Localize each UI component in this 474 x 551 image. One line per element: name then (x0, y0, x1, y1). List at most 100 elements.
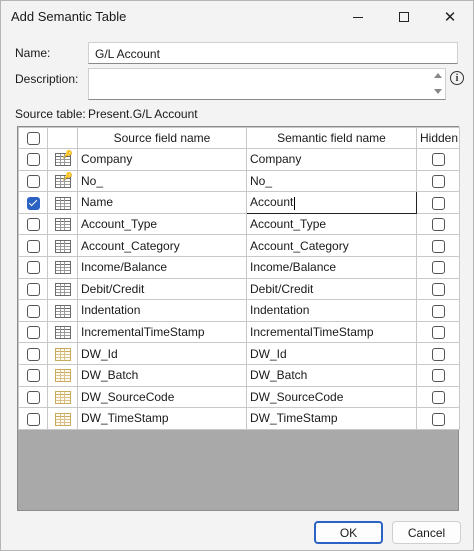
semantic-field-cell[interactable]: Account_Type (246, 212, 417, 236)
hidden-cell[interactable] (416, 212, 460, 236)
row-select-cell[interactable] (18, 191, 48, 214)
table-icon (54, 326, 71, 340)
row-select-cell[interactable] (18, 320, 48, 344)
row-select-checkbox[interactable] (26, 412, 40, 426)
semantic-field-cell[interactable]: DW_TimeStamp (246, 407, 417, 430)
table-row[interactable]: 🔑 No_ No_ (18, 169, 460, 193)
semantic-field-cell[interactable]: DW_SourceCode (246, 385, 417, 409)
hidden-cell[interactable] (416, 385, 460, 409)
description-field[interactable] (88, 68, 446, 100)
row-select-cell[interactable] (18, 255, 48, 279)
hidden-checkbox[interactable] (431, 196, 445, 210)
table-icon (54, 261, 71, 275)
table-row[interactable]: 🔑 Company Company (18, 148, 460, 171)
row-select-cell[interactable] (18, 169, 48, 193)
table-row[interactable]: DW_TimeStamp DW_TimeStamp (18, 407, 460, 430)
table-row[interactable]: Indentation Indentation (18, 299, 460, 322)
semantic-field-cell[interactable]: Account_Category (246, 234, 417, 257)
hidden-checkbox[interactable] (431, 412, 445, 426)
row-select-checkbox[interactable] (26, 153, 40, 167)
hidden-cell[interactable] (416, 299, 460, 322)
row-select-checkbox[interactable] (26, 239, 40, 253)
window-title: Add Semantic Table (11, 9, 127, 24)
semantic-field-cell[interactable]: DW_Id (246, 342, 417, 365)
hidden-checkbox[interactable] (431, 369, 445, 383)
hidden-checkbox[interactable] (431, 283, 445, 297)
table-row[interactable]: Name Account (18, 191, 460, 214)
hidden-cell[interactable] (416, 363, 460, 387)
hidden-cell[interactable] (416, 234, 460, 257)
hidden-checkbox[interactable] (431, 218, 445, 232)
row-select-cell[interactable] (18, 299, 48, 322)
hidden-cell[interactable] (416, 148, 460, 171)
ok-button[interactable]: OK (314, 521, 383, 544)
semantic-field-cell[interactable]: Debit/Credit (246, 277, 417, 301)
hidden-checkbox[interactable] (431, 175, 445, 189)
name-field[interactable]: G/L Account (88, 42, 458, 64)
hidden-cell[interactable] (416, 320, 460, 344)
table-row[interactable]: Debit/Credit Debit/Credit (18, 277, 460, 301)
row-select-checkbox[interactable] (26, 347, 40, 361)
maximize-button[interactable] (381, 1, 427, 33)
table-row[interactable]: Account_Type Account_Type (18, 212, 460, 236)
row-select-checkbox[interactable] (26, 218, 40, 232)
row-select-checkbox[interactable] (26, 283, 40, 297)
semantic-field-cell[interactable]: IncrementalTimeStamp (246, 320, 417, 344)
row-select-cell[interactable] (18, 363, 48, 387)
row-select-checkbox[interactable] (26, 369, 40, 383)
table-row[interactable]: DW_Batch DW_Batch (18, 363, 460, 387)
semantic-field-cell[interactable]: No_ (246, 169, 417, 193)
hidden-cell[interactable] (416, 169, 460, 193)
select-all-checkbox[interactable] (26, 132, 40, 146)
table-row[interactable]: DW_SourceCode DW_SourceCode (18, 385, 460, 409)
hidden-checkbox[interactable] (431, 304, 445, 318)
cancel-button[interactable]: Cancel (392, 521, 461, 544)
hidden-header[interactable]: Hidden (416, 127, 460, 149)
hidden-cell[interactable] (416, 342, 460, 365)
minimize-button[interactable] (335, 1, 381, 33)
row-select-cell[interactable] (18, 234, 48, 257)
row-select-cell[interactable] (18, 277, 48, 301)
row-select-cell[interactable] (18, 342, 48, 365)
row-select-cell[interactable] (18, 385, 48, 409)
row-select-checkbox[interactable] (26, 326, 40, 340)
row-select-checkbox[interactable] (26, 261, 40, 275)
semantic-field-value: Account (250, 195, 294, 210)
semantic-field-cell[interactable]: Income/Balance (246, 255, 417, 279)
hidden-cell[interactable] (416, 277, 460, 301)
row-select-cell[interactable] (18, 212, 48, 236)
table-row[interactable]: Account_Category Account_Category (18, 234, 460, 257)
hidden-checkbox[interactable] (431, 390, 445, 404)
source-field-header[interactable]: Source field name (77, 127, 247, 149)
semantic-field-cell[interactable]: Company (246, 148, 417, 171)
hidden-cell[interactable] (416, 191, 460, 214)
hidden-checkbox[interactable] (431, 261, 445, 275)
row-select-checkbox[interactable] (26, 304, 40, 318)
semantic-field-header[interactable]: Semantic field name (246, 127, 417, 149)
semantic-field-cell[interactable]: Indentation (246, 299, 417, 322)
row-select-checkbox[interactable] (26, 175, 40, 189)
table-row[interactable]: Income/Balance Income/Balance (18, 255, 460, 279)
select-all-header[interactable] (18, 127, 48, 149)
close-icon: ✕ (443, 9, 457, 26)
info-icon[interactable]: i (450, 71, 464, 85)
row-select-cell[interactable] (18, 148, 48, 171)
dw-table-icon (54, 412, 71, 426)
hidden-cell[interactable] (416, 255, 460, 279)
scroll-up-icon[interactable] (434, 73, 442, 78)
hidden-checkbox[interactable] (431, 326, 445, 340)
semantic-field-cell[interactable]: DW_Batch (246, 363, 417, 387)
hidden-cell[interactable] (416, 407, 460, 430)
table-row[interactable]: IncrementalTimeStamp IncrementalTimeStamp (18, 320, 460, 344)
row-select-cell[interactable] (18, 407, 48, 430)
scroll-down-icon[interactable] (434, 89, 442, 94)
row-select-checkbox[interactable] (26, 196, 40, 210)
close-button[interactable]: ✕ (427, 1, 473, 33)
hidden-checkbox[interactable] (431, 153, 445, 167)
description-scrollbar[interactable] (431, 68, 446, 100)
hidden-checkbox[interactable] (431, 347, 445, 361)
table-row[interactable]: DW_Id DW_Id (18, 342, 460, 365)
row-select-checkbox[interactable] (26, 390, 40, 404)
hidden-checkbox[interactable] (431, 239, 445, 253)
semantic-field-cell[interactable]: Account (246, 191, 417, 214)
